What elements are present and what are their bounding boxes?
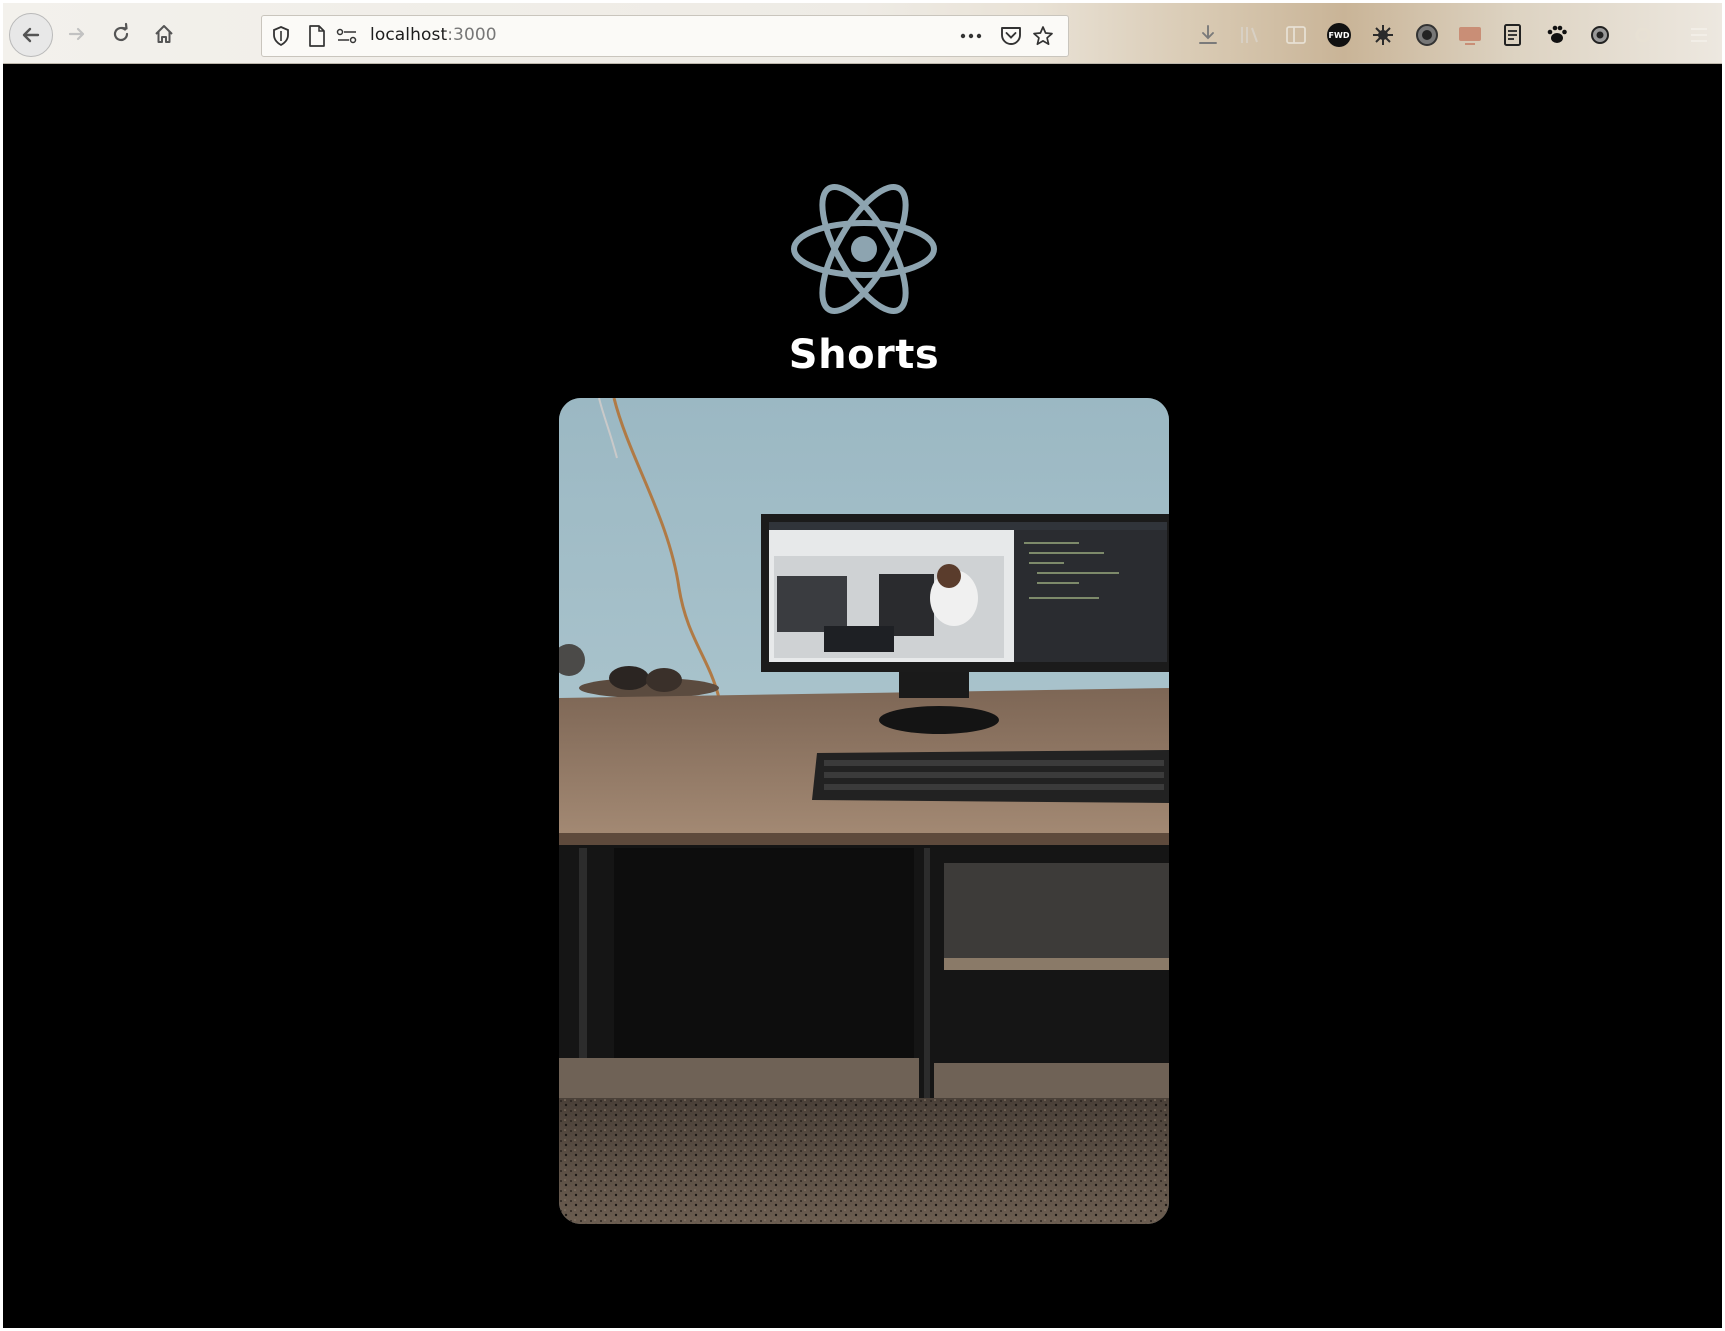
url-bar[interactable]: localhost:3000 — [261, 15, 1069, 57]
bookmark-button[interactable] — [1032, 25, 1054, 47]
extension-globe[interactable] — [1414, 22, 1440, 48]
screen-extension-icon — [1459, 27, 1481, 45]
reload-button[interactable] — [104, 17, 138, 51]
extension-camera[interactable] — [1587, 22, 1613, 48]
downloads-button[interactable] — [1195, 22, 1221, 48]
paw-extension-icon — [1547, 25, 1567, 43]
pocket-icon — [1001, 27, 1021, 45]
page-content: Shorts — [3, 64, 1722, 1328]
video-frame — [559, 398, 1169, 1224]
tracking-protection-icon[interactable] — [270, 25, 292, 47]
extension-notes[interactable] — [1500, 22, 1526, 48]
back-button[interactable] — [9, 13, 53, 57]
extension-puzzle[interactable] — [1370, 22, 1396, 48]
bug-extension-icon — [1373, 25, 1393, 45]
menu-button[interactable] — [1686, 22, 1712, 48]
pocket-button[interactable] — [1000, 25, 1022, 47]
page-title: Shorts — [788, 332, 940, 378]
extension-paw[interactable] — [1544, 22, 1570, 48]
camera-extension-icon — [1591, 26, 1609, 44]
gear-extension-icon — [1635, 27, 1651, 43]
sidebar-icon — [1286, 26, 1306, 44]
react-logo-icon — [791, 184, 937, 314]
url-port: :3000 — [447, 25, 497, 45]
page-info-icon[interactable] — [306, 25, 328, 47]
back-arrow-icon — [22, 27, 40, 43]
permissions-icon[interactable] — [336, 25, 358, 47]
forward-button[interactable] — [60, 17, 94, 51]
hamburger-menu-icon — [1691, 28, 1707, 42]
home-button[interactable] — [147, 17, 181, 51]
forward-arrow-icon — [68, 27, 85, 41]
extension-badge-text: FWD — [1328, 30, 1350, 40]
more-actions-button[interactable] — [960, 25, 982, 47]
extension-fwd[interactable]: FWD — [1326, 22, 1352, 48]
video-player[interactable] — [559, 398, 1169, 1224]
home-icon — [155, 25, 173, 43]
more-actions-icon — [960, 33, 982, 39]
extension-screen[interactable] — [1457, 22, 1483, 48]
url-text[interactable]: localhost:3000 — [370, 25, 497, 45]
library-button[interactable] — [1237, 22, 1263, 48]
notes-extension-icon — [1504, 24, 1521, 46]
downloads-icon — [1199, 25, 1217, 44]
reload-icon — [113, 22, 129, 42]
browser-window: localhost:3000 FWD Shorts — [0, 0, 1725, 1331]
sidebar-button[interactable] — [1283, 22, 1309, 48]
url-host: localhost — [370, 25, 448, 45]
globe-extension-icon — [1416, 24, 1438, 46]
bookmark-star-icon — [1033, 26, 1053, 46]
extension-settings[interactable] — [1630, 22, 1656, 48]
library-icon — [1241, 27, 1258, 43]
browser-toolbar: localhost:3000 FWD — [3, 3, 1722, 64]
